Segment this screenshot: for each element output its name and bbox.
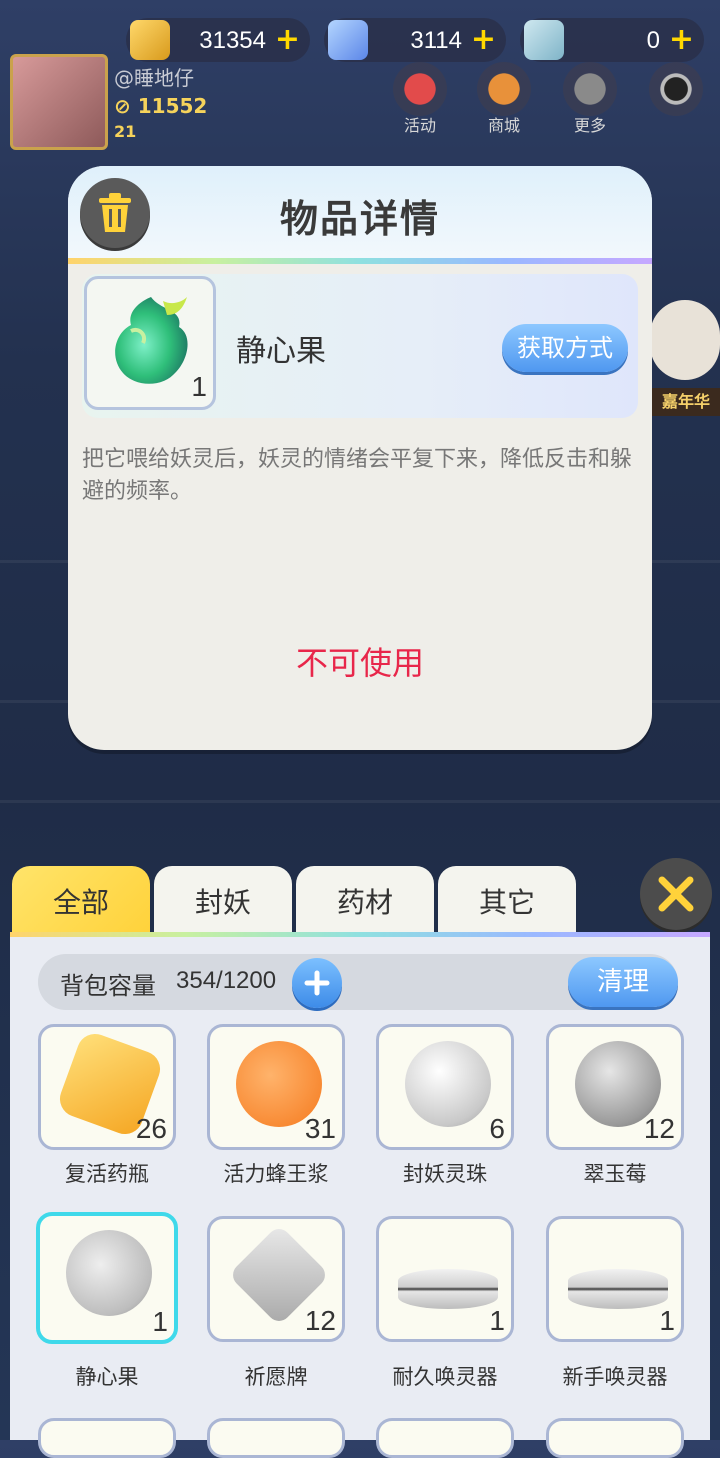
clean-button[interactable]: 清理 <box>568 957 678 1007</box>
close-bag-button[interactable] <box>640 858 712 930</box>
summoner-device-icon <box>568 1269 668 1309</box>
slot-quantity: 31 <box>304 1113 336 1144</box>
item-description: 把它喂给妖灵后，妖灵的情绪会平复下来，降低反击和躲避的频率。 <box>82 447 633 504</box>
slot-label: 活力蜂王浆 <box>223 1162 329 1186</box>
item-detail-modal: 物品详情 1 静心果 获取方式 把它喂给妖灵后，妖灵的情绪会平复下来，降低反击和… <box>68 166 652 750</box>
bag-slot[interactable] <box>207 1418 345 1458</box>
diamond-currency[interactable]: 3114 + <box>324 18 506 62</box>
tab-seal[interactable]: 封妖 <box>154 866 292 936</box>
slot-quantity: 12 <box>643 1113 675 1144</box>
menu-more-label: 更多 <box>573 116 606 135</box>
menu-settings[interactable] <box>646 62 706 116</box>
ticket-value: 0 <box>646 27 660 54</box>
bag-slot[interactable]: 26 <box>38 1024 176 1150</box>
carnival-event-label[interactable]: 嘉年华 <box>652 388 720 416</box>
shop-icon <box>477 62 531 116</box>
menu-activity[interactable]: 活动 <box>390 62 450 136</box>
slot-label: 新手唤灵器 <box>562 1365 668 1389</box>
grid-icon <box>563 62 617 116</box>
yinyang-orb-icon <box>405 1041 491 1127</box>
tab-other[interactable]: 其它 <box>438 866 576 936</box>
diamond-icon <box>328 20 368 60</box>
power-value: 11552 <box>137 94 208 118</box>
item-name: 静心果 <box>236 334 326 369</box>
add-ticket-icon[interactable]: + <box>669 22 694 58</box>
slot-quantity: 12 <box>304 1305 336 1336</box>
add-diamond-icon[interactable]: + <box>471 22 496 58</box>
bag-slot[interactable]: 1 <box>376 1216 514 1342</box>
modal-title: 物品详情 <box>279 197 440 241</box>
item-icon-frame: 1 <box>84 276 216 410</box>
player-info[interactable]: @睡地仔 ⊘ 11552 21 <box>6 52 284 150</box>
player-level: 21 <box>114 122 137 141</box>
backpack-divider <box>10 932 710 937</box>
calm-fruit-icon <box>66 1230 152 1316</box>
gold-value: 31354 <box>199 27 266 54</box>
rabbit-mascot <box>650 300 720 380</box>
slot-label: 翠玉莓 <box>583 1162 647 1186</box>
diamond-value: 3114 <box>410 27 462 54</box>
menu-shop-label: 商城 <box>487 116 520 135</box>
slot-label: 复活药瓶 <box>65 1162 149 1186</box>
bag-slot[interactable]: 6 <box>376 1024 514 1150</box>
bag-slot[interactable]: 31 <box>207 1024 345 1150</box>
slot-quantity: 26 <box>135 1113 167 1144</box>
tab-herbs[interactable]: 药材 <box>296 866 434 936</box>
plus-icon <box>304 970 330 996</box>
player-name: @睡地仔 <box>114 66 194 90</box>
bag-slot[interactable]: 1 <box>546 1216 684 1342</box>
capacity-label: 背包容量 <box>60 972 156 1000</box>
slot-label: 耐久唤灵器 <box>392 1365 498 1389</box>
slot-quantity: 1 <box>152 1306 168 1337</box>
close-icon <box>658 876 694 912</box>
summoner-device-icon <box>398 1269 498 1309</box>
item-quantity: 1 <box>191 371 207 402</box>
tab-all[interactable]: 全部 <box>12 866 150 936</box>
slot-quantity: 1 <box>489 1305 505 1336</box>
bag-slot[interactable] <box>546 1418 684 1458</box>
slot-quantity: 1 <box>659 1305 675 1336</box>
bag-slot[interactable]: 12 <box>207 1216 345 1342</box>
slot-quantity: 6 <box>489 1113 505 1144</box>
ticket-currency[interactable]: 0 + <box>520 18 704 62</box>
header-divider <box>68 258 652 264</box>
bag-slot[interactable]: 12 <box>546 1024 684 1150</box>
slot-label: 静心果 <box>75 1365 139 1389</box>
player-power: ⊘ 11552 <box>114 94 208 118</box>
avatar[interactable] <box>10 54 108 150</box>
capacity-value: 354/1200 <box>176 967 277 994</box>
menu-shop[interactable]: 商城 <box>474 62 534 136</box>
menu-activity-label: 活动 <box>403 116 436 135</box>
menu-more[interactable]: 更多 <box>560 62 620 136</box>
use-status: 不可使用 <box>295 644 424 682</box>
target-icon <box>649 62 703 116</box>
item-card: 1 静心果 获取方式 <box>82 274 638 418</box>
slot-label: 封妖灵珠 <box>403 1162 487 1186</box>
bag-slot[interactable] <box>38 1418 176 1458</box>
get-method-button[interactable]: 获取方式 <box>502 324 628 372</box>
slot-label: 祈愿牌 <box>244 1365 308 1389</box>
bag-slot[interactable] <box>376 1418 514 1458</box>
gift-icon <box>393 62 447 116</box>
expand-capacity-button[interactable] <box>292 958 342 1008</box>
calm-fruit-icon <box>115 297 188 384</box>
ticket-icon <box>524 20 564 60</box>
bag-slot-selected[interactable]: 1 <box>36 1212 178 1344</box>
